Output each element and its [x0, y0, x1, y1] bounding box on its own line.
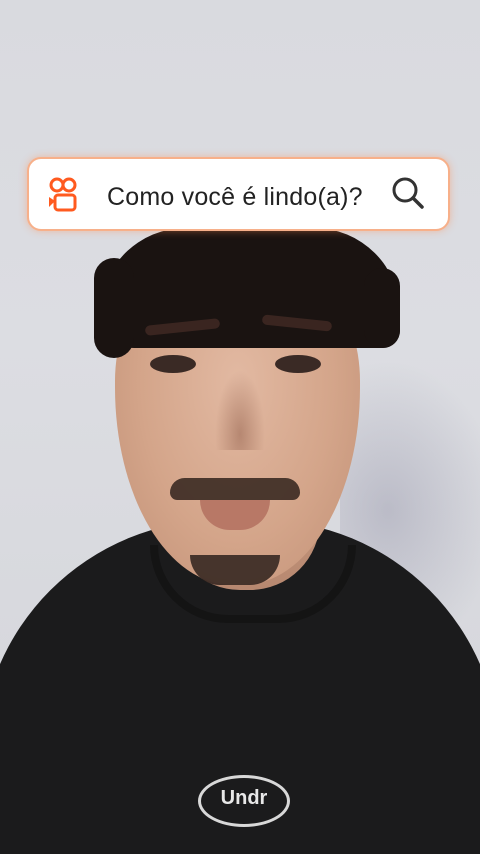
kwai-camera-icon [49, 177, 77, 212]
nose [215, 370, 265, 450]
left-eye [150, 355, 196, 373]
search-query-text: Como você é lindo(a)? [107, 183, 363, 211]
mustache [170, 478, 300, 500]
search-filter-bar: Como você é lindo(a)? [27, 157, 450, 231]
video-frame: Undr [0, 0, 480, 854]
shirt-print-text [70, 798, 430, 838]
right-eye [275, 355, 321, 373]
search-icon [392, 177, 424, 209]
